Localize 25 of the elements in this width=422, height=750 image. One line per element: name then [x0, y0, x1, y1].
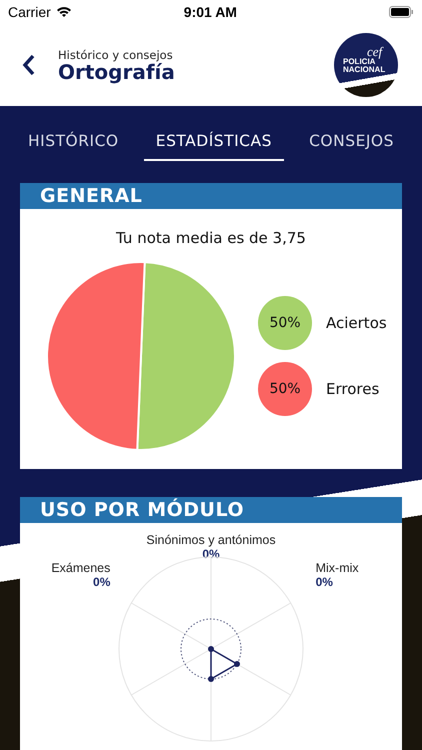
logo-text: POLICIA — [343, 58, 376, 66]
screen-subtitle: Histórico y consejos — [58, 48, 174, 62]
legend-label: Aciertos — [326, 314, 387, 332]
average-grade: Tu nota media es de 3,75 — [116, 229, 306, 247]
tab[interactable]: HISTÓRICO — [16, 126, 131, 161]
clock-time: 9:01 AM — [184, 4, 237, 20]
logo-mark: cef — [367, 45, 382, 58]
axis-value: 0% — [316, 574, 333, 589]
carrier-label: Carrier — [8, 4, 51, 20]
axis-label: Mix-mix — [316, 560, 359, 575]
tab[interactable]: CONSEJOS — [297, 126, 406, 161]
percent-value: 50% — [269, 315, 301, 331]
screen-title: Ortografía — [58, 62, 176, 82]
tab[interactable]: ESTADÍSTICAS — [144, 126, 284, 161]
logo-text: NACIONAL — [343, 66, 386, 74]
battery-icon — [388, 6, 414, 18]
card-title: USO POR MÓDULO — [20, 496, 402, 523]
back-button[interactable] — [22, 54, 36, 76]
percent-value: 50% — [269, 381, 301, 397]
axis-label: Exámenes — [51, 560, 110, 575]
card-title: GENERAL — [20, 183, 402, 209]
axis-label: Sinónimos y antónimos — [146, 532, 276, 547]
wifi-icon — [56, 6, 72, 18]
legend-label: Errores — [326, 380, 380, 398]
axis-value: 0% — [93, 574, 110, 589]
